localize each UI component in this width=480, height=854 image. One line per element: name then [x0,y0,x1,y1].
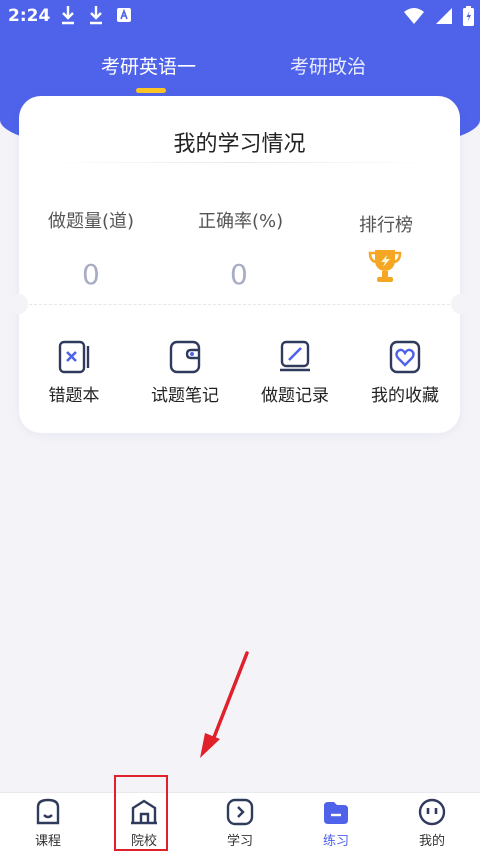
nav-study[interactable]: 学习 [192,793,288,854]
profile-icon [418,798,446,826]
nav-course[interactable]: 课程 [0,793,96,854]
nav-study-label: 学习 [226,834,253,849]
nav-course-label: 课程 [34,834,61,849]
course-icon [36,798,60,825]
study-icon [226,798,254,826]
nav-practice-label: 练习 [322,834,349,849]
practice-icon [324,802,348,824]
nav-profile-label: 我的 [418,834,445,849]
nav-practice[interactable]: 练习 [288,793,384,854]
bottom-navigation: 课程 院校 学习 练习 我的 [0,792,480,854]
annotation-arrow [200,651,249,758]
annotation-highlight-box [114,775,168,851]
nav-profile[interactable]: 我的 [384,793,480,854]
